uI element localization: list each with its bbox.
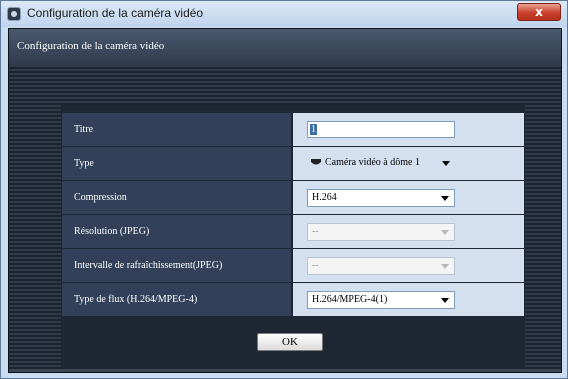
decorative-stripes-right [525, 105, 561, 369]
dome-camera-icon [311, 159, 321, 165]
title-input-value: 1 [310, 124, 317, 135]
form-row-compression: Compression H.264 [62, 181, 524, 215]
form-row-resolution: Résolution (JPEG) -- [62, 215, 524, 249]
compression-label: Compression [74, 192, 127, 203]
stream-type-label: Type de flux (H.264/MPEG-4) [74, 294, 198, 305]
row-label-cell: Type [62, 147, 291, 180]
row-value-cell: H.264/MPEG-4(1) [293, 283, 524, 316]
row-value-cell: H.264 [293, 181, 524, 214]
type-select-value: Caméra vidéo à dôme 1 [325, 157, 420, 168]
refresh-interval-select-value: -- [312, 260, 319, 271]
bottom-divider [9, 369, 561, 372]
dialog-client-area: Configuration de la caméra vidéo Titre 1 [8, 28, 562, 373]
refresh-interval-select: -- [307, 257, 455, 275]
title-label: Titre [74, 124, 94, 135]
title-bar: Configuration de la caméra vidéo x [1, 1, 567, 27]
chevron-down-icon [441, 230, 449, 235]
close-button[interactable]: x [517, 3, 561, 21]
decorative-stripes-left [9, 105, 61, 369]
chevron-down-icon [441, 264, 449, 269]
row-value-cell: Caméra vidéo à dôme 1 [293, 147, 524, 180]
refresh-interval-label: Intervalle de rafraîchissement(JPEG) [74, 260, 223, 271]
compression-select-value: H.264 [312, 192, 337, 203]
dialog-window: Configuration de la caméra vidéo x Confi… [0, 0, 568, 379]
ok-button[interactable]: OK [257, 333, 323, 351]
decorative-stripes-top [9, 65, 561, 105]
dialog-heading: Configuration de la caméra vidéo [17, 40, 165, 52]
row-label-cell: Intervalle de rafraîchissement(JPEG) [62, 249, 291, 282]
row-value-cell: -- [293, 215, 524, 248]
chevron-down-icon [441, 196, 449, 201]
resolution-select: -- [307, 223, 455, 241]
form-row-refresh-interval: Intervalle de rafraîchissement(JPEG) -- [62, 249, 524, 283]
window-title: Configuration de la caméra vidéo [27, 6, 204, 20]
dialog-header: Configuration de la caméra vidéo [9, 29, 561, 65]
compression-select[interactable]: H.264 [307, 189, 455, 207]
stream-type-select-value: H.264/MPEG-4(1) [312, 294, 388, 305]
row-value-cell: 1 [293, 113, 524, 146]
resolution-label: Résolution (JPEG) [74, 226, 150, 237]
title-input[interactable]: 1 [307, 121, 455, 138]
row-label-cell: Type de flux (H.264/MPEG-4) [62, 283, 291, 316]
resolution-select-value: -- [312, 226, 319, 237]
stream-type-select[interactable]: H.264/MPEG-4(1) [307, 291, 455, 309]
camera-app-icon [7, 7, 21, 21]
form-row-type: Type Caméra vidéo à dôme 1 [62, 147, 524, 181]
row-label-cell: Compression [62, 181, 291, 214]
type-select[interactable]: Caméra vidéo à dôme 1 [307, 155, 455, 173]
row-label-cell: Résolution (JPEG) [62, 215, 291, 248]
type-label: Type [74, 158, 94, 169]
chevron-down-icon [442, 161, 450, 166]
form-row-title: Titre 1 [62, 113, 524, 147]
row-value-cell: -- [293, 249, 524, 282]
row-label-cell: Titre [62, 113, 291, 146]
chevron-down-icon [441, 298, 449, 303]
form-row-stream-type: Type de flux (H.264/MPEG-4) H.264/MPEG-4… [62, 283, 524, 317]
